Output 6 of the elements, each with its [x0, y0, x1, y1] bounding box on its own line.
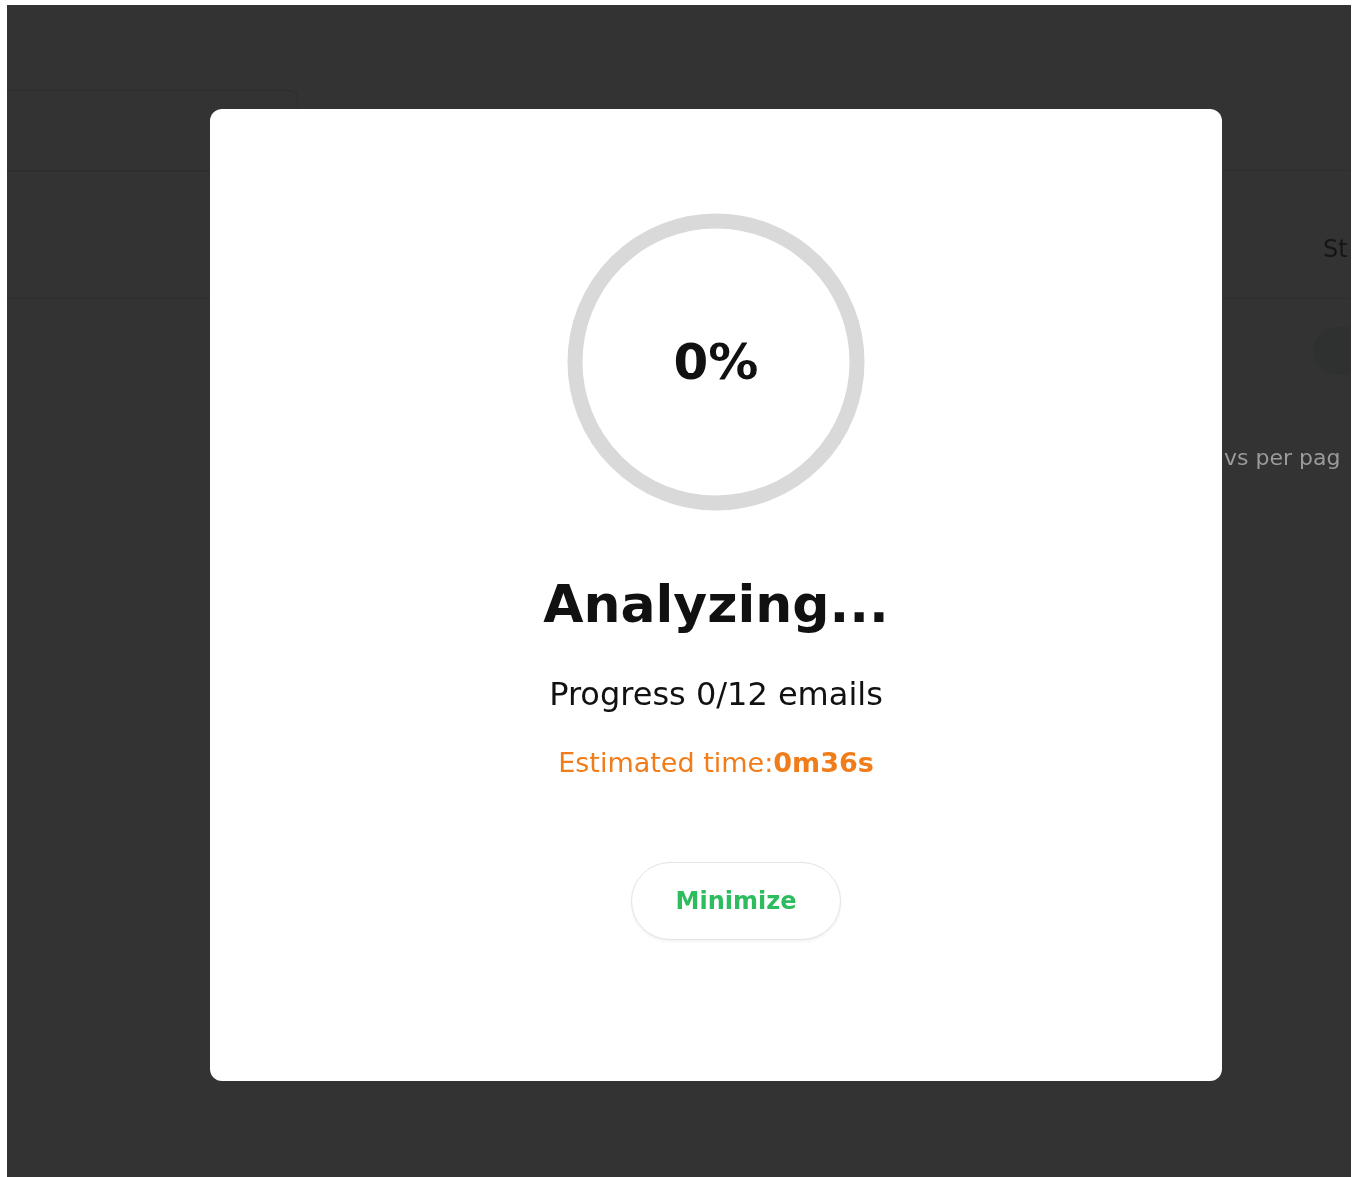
dialog-title: Analyzing...: [543, 573, 889, 636]
rows-per-page-label: vs per pag: [1224, 445, 1341, 470]
progress-percentage: 0%: [673, 333, 759, 391]
minimize-button[interactable]: Minimize: [631, 862, 841, 941]
progress-text: Progress 0/12 emails: [549, 675, 883, 714]
estimated-time-text: Estimated time:0m36s: [558, 747, 874, 779]
